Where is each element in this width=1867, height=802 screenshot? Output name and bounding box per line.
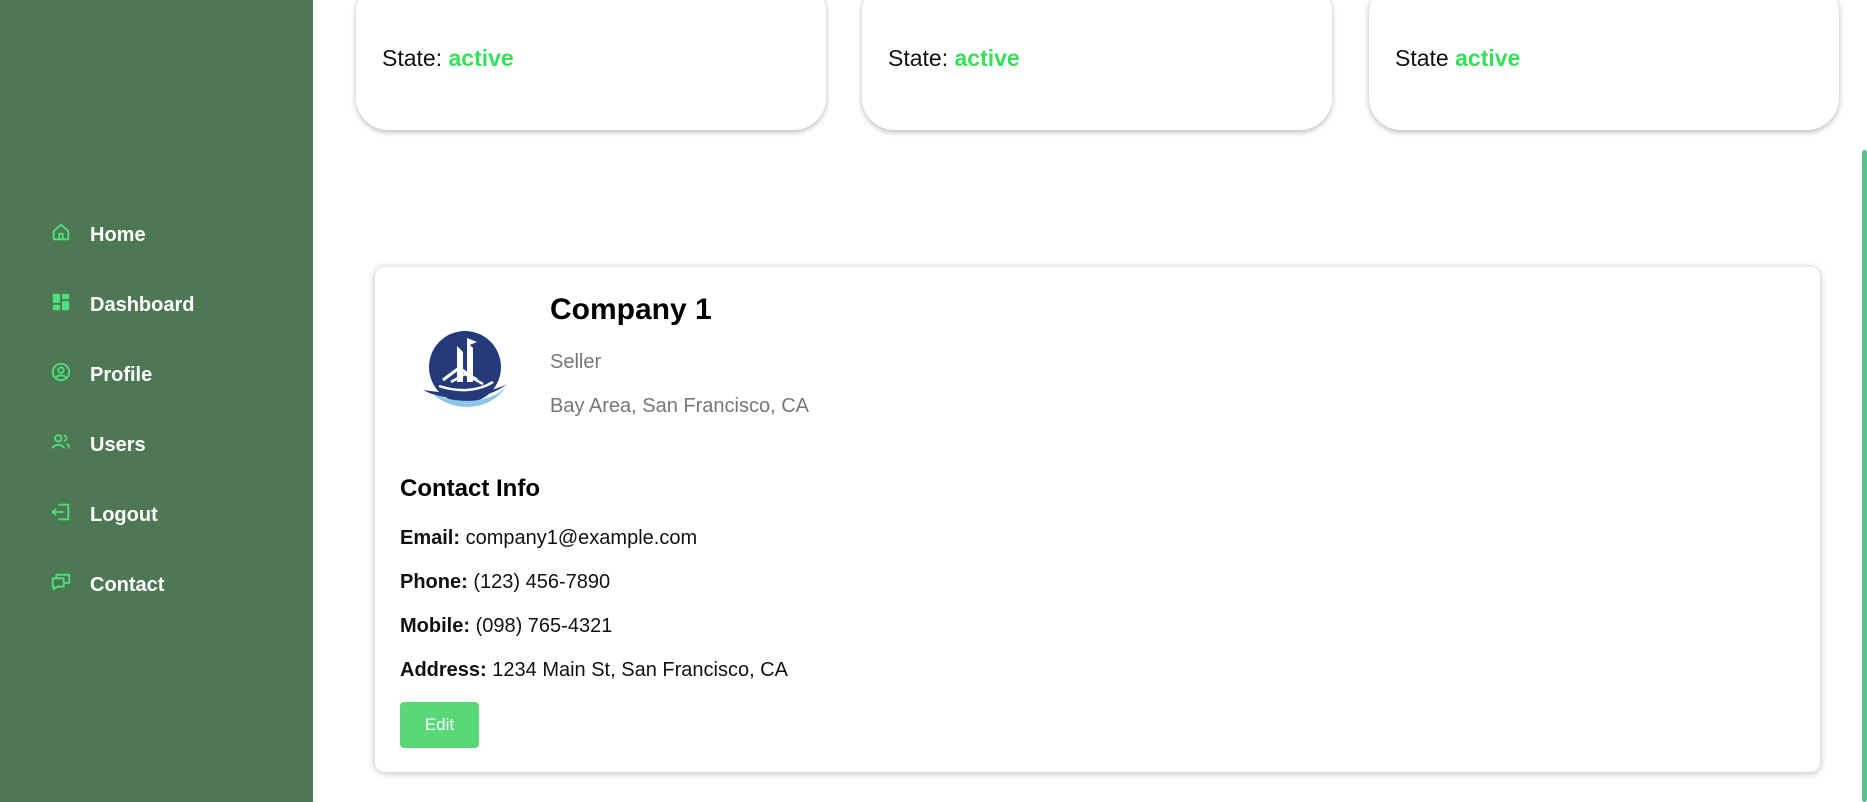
company-role: Seller xyxy=(550,351,602,373)
state-label: State: xyxy=(382,45,443,71)
email-value: company1@example.com xyxy=(465,527,698,549)
sidebar-item-label: Dashboard xyxy=(90,293,195,316)
sidebar-item-label: Profile xyxy=(90,363,153,386)
logout-icon xyxy=(50,501,72,523)
users-icon xyxy=(50,431,72,453)
sidebar-item-dashboard[interactable]: Dashboard xyxy=(50,270,194,340)
state-card: State: active xyxy=(356,0,826,130)
sidebar-item-home[interactable]: Home xyxy=(50,200,194,270)
dashboard-icon xyxy=(50,291,72,313)
state-value: active xyxy=(954,45,1020,71)
sidebar-item-label: Contact xyxy=(90,573,165,596)
sidebar-item-label: Users xyxy=(90,433,146,456)
contact-address-row: Address: 1234 Main St, San Francisco, CA xyxy=(400,659,788,682)
state-label: State: xyxy=(888,45,949,71)
sidebar-item-profile[interactable]: Profile xyxy=(50,340,194,410)
contact-icon xyxy=(50,571,72,593)
company-location: Bay Area, San Francisco, CA xyxy=(550,395,810,417)
sidebar-item-label: Home xyxy=(90,223,146,246)
contact-mobile-row: Mobile: (098) 765-4321 xyxy=(400,615,612,638)
contact-info-heading: Contact Info xyxy=(400,475,540,502)
state-value: active xyxy=(448,45,514,71)
sidebar-nav: Home Dashboard Profile Users Logout Cont… xyxy=(50,200,194,620)
address-value: 1234 Main St, San Francisco, CA xyxy=(492,659,788,681)
mobile-label: Mobile: xyxy=(400,615,470,637)
email-label: Email: xyxy=(400,527,461,549)
edit-button[interactable]: Edit xyxy=(400,702,479,748)
sidebar-item-contact[interactable]: Contact xyxy=(50,550,194,620)
mobile-value: (098) 765-4321 xyxy=(475,615,613,637)
phone-label: Phone: xyxy=(400,571,468,593)
address-label: Address: xyxy=(400,659,487,681)
sidebar: Home Dashboard Profile Users Logout Cont… xyxy=(0,0,313,802)
phone-value: (123) 456-7890 xyxy=(473,571,611,593)
company-profile-card: Company 1 Seller Bay Area, San Francisco… xyxy=(375,267,1820,772)
contact-phone-row: Phone: (123) 456-7890 xyxy=(400,571,610,594)
scrollbar-thumb[interactable] xyxy=(1862,150,1867,802)
state-card: State: active xyxy=(862,0,1332,130)
company-logo xyxy=(415,322,515,422)
sidebar-item-logout[interactable]: Logout xyxy=(50,480,194,550)
profile-icon xyxy=(50,361,72,383)
home-icon xyxy=(50,221,72,243)
state-card: State active xyxy=(1369,0,1839,130)
sidebar-item-users[interactable]: Users xyxy=(50,410,194,480)
sidebar-item-label: Logout xyxy=(90,503,158,526)
contact-email-row: Email: company1@example.com xyxy=(400,527,697,550)
company-name: Company 1 xyxy=(550,293,712,326)
state-value: active xyxy=(1455,45,1521,71)
state-label: State xyxy=(1395,45,1449,71)
